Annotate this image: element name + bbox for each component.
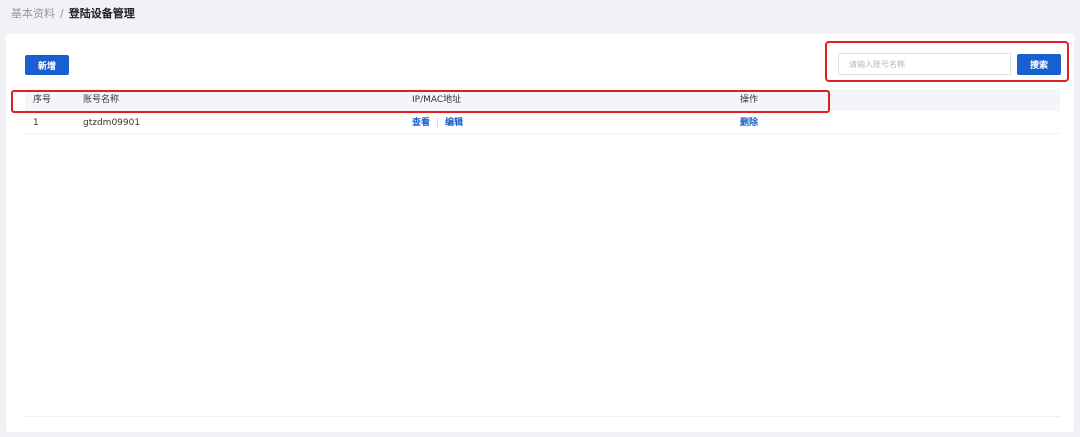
delete-link[interactable]: 删除 — [740, 118, 758, 128]
view-link[interactable]: 查看 — [412, 118, 430, 128]
main-panel: 新增 搜索 序号 账号名称 IP/MAC地址 操作 1 gtzdm09901 查… — [6, 34, 1074, 432]
search-highlight-box: 搜索 — [825, 41, 1069, 82]
search-button[interactable]: 搜索 — [1017, 54, 1061, 75]
breadcrumb: 基本资料 / 登陆设备管理 — [11, 6, 135, 22]
breadcrumb-parent[interactable]: 基本资料 — [11, 7, 55, 20]
cell-account: gtzdm09901 — [83, 118, 141, 128]
add-button[interactable]: 新增 — [25, 55, 69, 75]
cell-operation: 删除 — [740, 112, 758, 134]
breadcrumb-separator: / — [60, 7, 64, 20]
edit-link[interactable]: 编辑 — [445, 118, 463, 128]
table-row: 1 gtzdm09901 查看 编辑 删除 — [25, 112, 1060, 134]
page-title: 登陆设备管理 — [68, 7, 135, 20]
search-input[interactable] — [838, 53, 1011, 75]
cell-index: 1 — [33, 118, 39, 128]
link-divider — [437, 118, 439, 127]
cell-ip-actions: 查看 编辑 — [412, 112, 463, 134]
header-highlight-box — [11, 90, 830, 113]
table-bottom-divider — [25, 416, 1060, 417]
